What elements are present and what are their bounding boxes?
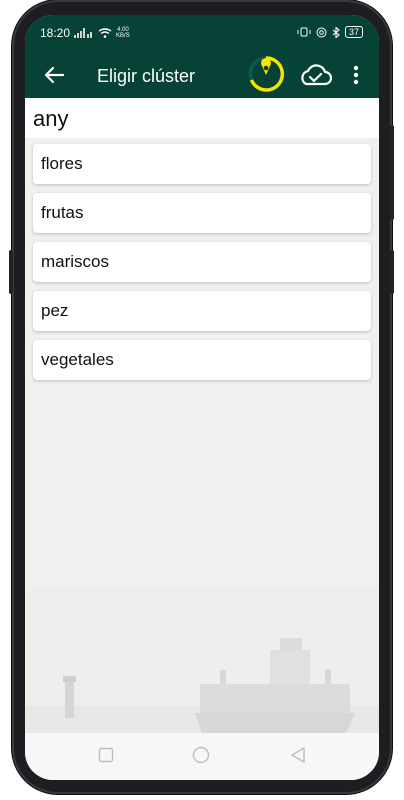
cluster-item[interactable]: vegetales — [33, 340, 371, 380]
status-right: 37 — [297, 26, 363, 38]
cluster-list: flores frutas mariscos pez vegetales — [33, 144, 371, 389]
cluster-item[interactable]: pez — [33, 291, 371, 331]
navigation-bar — [25, 733, 379, 780]
battery-indicator: 37 — [344, 26, 363, 38]
page-title: Eligir clúster — [97, 66, 196, 86]
timer-clock-icon[interactable] — [247, 55, 285, 93]
battery-level: 37 — [348, 27, 359, 37]
more-vert-icon[interactable] — [351, 62, 361, 88]
cluster-item-label: pez — [41, 301, 69, 320]
status-bar: 18:20 4.00 KB/S 37 — [25, 15, 379, 52]
filter-row: any — [25, 98, 379, 138]
filter-value[interactable]: any — [33, 106, 68, 132]
power-button — [390, 125, 394, 220]
status-time: 18:20 — [40, 26, 71, 40]
cluster-item[interactable]: flores — [33, 144, 371, 184]
cluster-item-label: mariscos — [41, 252, 110, 271]
vibrate-icon — [297, 27, 311, 37]
triangle-back-icon[interactable] — [290, 746, 306, 764]
status-left: 18:20 4.00 KB/S — [40, 26, 130, 40]
cluster-item[interactable]: mariscos — [33, 242, 371, 282]
volume-button — [9, 250, 13, 294]
net-speed: 4.00 KB/S — [116, 27, 130, 39]
app-bar: Eligir clúster — [25, 52, 379, 98]
cluster-item-label: frutas — [41, 203, 84, 222]
cloud-check-icon[interactable] — [298, 60, 332, 90]
arrow-left-icon[interactable] — [43, 64, 65, 86]
signal-icon — [74, 28, 93, 38]
cluster-item-label: vegetales — [41, 350, 114, 369]
wifi-icon — [98, 28, 112, 38]
cluster-item[interactable]: frutas — [33, 193, 371, 233]
square-icon[interactable] — [98, 747, 114, 763]
screen: 18:20 4.00 KB/S 37 Eligir clúster any fl… — [25, 15, 379, 780]
circle-icon[interactable] — [192, 746, 210, 764]
ship-background-image — [25, 588, 379, 748]
bluetooth-icon — [332, 26, 340, 38]
at-sign-icon — [316, 27, 327, 37]
content-area: any flores frutas mariscos pez vegetales — [25, 98, 379, 748]
side-button — [390, 250, 394, 294]
net-speed-unit: KB/S — [116, 33, 130, 39]
cluster-item-label: flores — [41, 154, 83, 173]
